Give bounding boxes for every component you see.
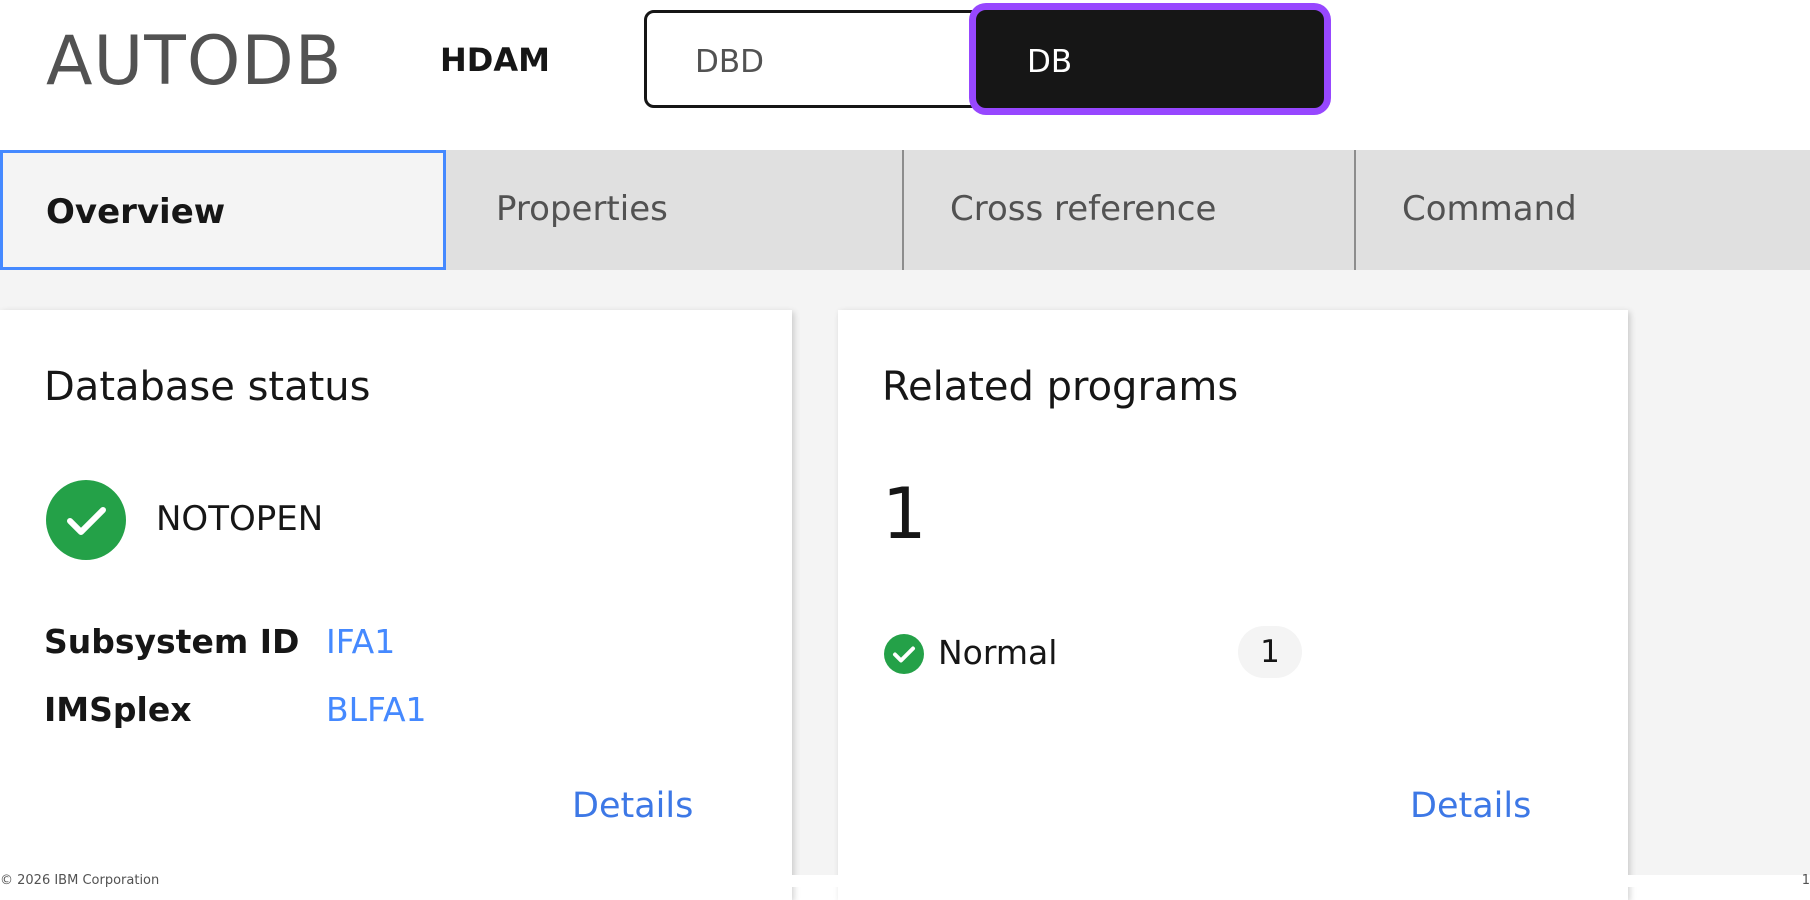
tab-overview[interactable]: Overview xyxy=(0,150,446,270)
database-name-title: AUTODB xyxy=(46,22,343,101)
database-type-label: HDAM xyxy=(440,41,550,79)
page-header: AUTODB HDAM DBD DB xyxy=(0,0,1810,150)
tab-properties[interactable]: Properties xyxy=(450,150,900,270)
database-status-card: Database status NOTOPEN Subsystem ID IFA… xyxy=(0,310,792,900)
related-programs-card: Related programs 1 Normal 1 Details xyxy=(838,310,1628,900)
tab-cross-reference[interactable]: Cross reference xyxy=(904,150,1354,270)
subsystem-id-label: Subsystem ID xyxy=(44,622,300,661)
tab-bar: Overview Properties Cross reference Comm… xyxy=(0,150,1810,270)
card-title: Database status xyxy=(44,364,371,410)
normal-count-tag: 1 xyxy=(1238,626,1302,678)
programs-details-link[interactable]: Details xyxy=(1410,784,1531,828)
tab-command[interactable]: Command xyxy=(1356,150,1810,270)
checkmark-circle-icon xyxy=(884,634,924,674)
database-status-value: NOTOPEN xyxy=(156,499,324,539)
page-number: 1 xyxy=(1801,873,1810,888)
checkmark-circle-icon xyxy=(46,480,126,560)
slide-footer: © 2026 IBM Corporation 1 xyxy=(0,873,1810,888)
copyright-text: © 2026 IBM Corporation xyxy=(0,873,160,888)
status-details-link[interactable]: Details xyxy=(572,784,693,828)
imsplex-value[interactable]: BLFA1 xyxy=(326,688,427,732)
db-switch-button[interactable]: DB xyxy=(976,10,1324,108)
imsplex-label: IMSplex xyxy=(44,690,192,729)
dbd-db-content-switcher: DBD DB xyxy=(644,10,1324,108)
dbd-switch-button[interactable]: DBD xyxy=(644,10,984,108)
related-programs-count: 1 xyxy=(882,473,927,555)
subsystem-id-value[interactable]: IFA1 xyxy=(326,620,395,664)
card-title: Related programs xyxy=(882,364,1239,410)
normal-status-label: Normal xyxy=(938,633,1058,672)
